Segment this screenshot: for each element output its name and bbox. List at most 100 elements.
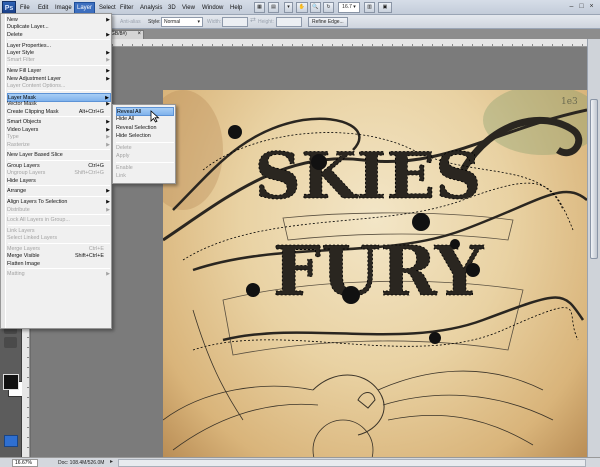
menu-item-label: Group Layers [7, 162, 40, 169]
menu-separator [8, 224, 110, 226]
menu-item-label: Video Layers [7, 126, 39, 133]
view-extras-icon[interactable]: ▾ [284, 2, 293, 13]
zoom-level-value: 16.7 [342, 4, 352, 10]
menu-select[interactable]: Select [97, 3, 118, 13]
menu-separator [8, 195, 110, 197]
width-field[interactable] [222, 17, 248, 27]
swap-icon[interactable]: ⇄ [250, 17, 256, 25]
menu-window[interactable]: Window [200, 3, 225, 13]
zoom-percent-field[interactable]: 16.67% [12, 459, 38, 467]
style-select[interactable]: Normal ▾ [161, 17, 203, 27]
vertical-scrollbar[interactable] [587, 39, 600, 457]
menu-image[interactable]: Image [53, 3, 74, 13]
height-field[interactable] [276, 17, 302, 27]
chevron-down-icon: ▾ [197, 19, 200, 25]
minimize-icon[interactable]: – [567, 2, 576, 12]
layer-menu-item-matting: Matting ▶ [7, 270, 111, 279]
screen-mode-icon[interactable]: ▣ [378, 2, 392, 13]
anti-alias-checkbox[interactable]: Anti-alias [120, 18, 141, 26]
selection-outline [192, 307, 579, 351]
menu-separator [8, 242, 110, 244]
ink-dot [466, 263, 480, 277]
menu-view[interactable]: View [180, 3, 197, 13]
ink-dot [342, 286, 360, 304]
refine-edge-button[interactable]: Refine Edge... [308, 17, 348, 27]
menu-separator [116, 161, 174, 163]
hand-tool-icon[interactable]: ✋ [296, 2, 308, 13]
menu-item-label: Align Layers To Selection [7, 199, 68, 206]
menu-3d[interactable]: 3D [166, 3, 178, 13]
bridge-icon[interactable]: ▦ [254, 2, 265, 13]
mini-bridge-icon[interactable]: ▤ [268, 2, 279, 13]
menu-gutter [1, 14, 6, 328]
zoom-tool-icon[interactable]: 🔍 [310, 2, 321, 13]
submenu-arrow-icon: ▶ [106, 271, 110, 278]
menu-item-label: Type [7, 134, 19, 141]
menu-item-label: Merge Layers [7, 245, 40, 252]
menu-item-label: Smart Filter [7, 57, 35, 64]
close-icon[interactable]: × [587, 2, 596, 12]
menu-separator [8, 185, 110, 187]
rotate-view-icon[interactable]: ↻ [323, 2, 334, 13]
tab-close-icon[interactable]: × [137, 31, 141, 38]
eagle-sketch [357, 392, 376, 409]
document-tab-title: GB/8#) [111, 31, 127, 37]
menu-separator [116, 141, 174, 143]
layer-menu-dropdown: New ▶ Duplicate Layer... Delete ▶ Layer Prope… [0, 13, 112, 329]
layer-mask-item-hide-selection[interactable]: Hide Selection [116, 132, 174, 141]
menu-item-label: Lock All Layers in Group... [7, 217, 70, 224]
menu-item-label: Duplicate Layer... [7, 24, 49, 31]
menu-item-label: Delete [116, 144, 132, 151]
ink-dot [412, 213, 430, 231]
arrange-documents-icon[interactable]: ▥ [364, 2, 375, 13]
mouse-cursor-icon [150, 110, 160, 123]
foreground-color-swatch[interactable] [3, 374, 19, 390]
document-tab[interactable]: GB/8#) × [108, 30, 144, 39]
menu-item-label: Vector Mask [7, 101, 37, 108]
layer-mask-item-apply: Apply [116, 152, 174, 161]
vertical-scroll-thumb[interactable] [590, 99, 598, 259]
menu-edit[interactable]: Edit [36, 3, 50, 13]
title-line-1: SKIES [255, 139, 482, 214]
menu-separator [8, 213, 110, 215]
eagle-sketch [387, 414, 534, 446]
menu-item-label: Create Clipping Mask [7, 108, 59, 115]
corner-mark: 1e3 [561, 97, 578, 107]
menu-filter[interactable]: Filter [118, 3, 135, 13]
menu-item-label: Distribute [7, 206, 30, 213]
eagle-sketch [312, 419, 374, 457]
menu-item-label: Merge Visible [7, 253, 40, 260]
quick-mask-icon[interactable] [4, 435, 18, 447]
zoom-tool-icon[interactable] [4, 337, 17, 348]
menu-item-label: New [7, 17, 18, 23]
document-size-info: Doc: 108.4M/526.0M [58, 460, 105, 466]
menu-analysis[interactable]: Analysis [138, 3, 164, 13]
menu-item-label: New Fill Layer [7, 68, 42, 75]
menu-item-label: Hide Selection [116, 133, 151, 140]
artwork-illustration: SKIES FURY 1e3 [163, 90, 587, 457]
menu-file[interactable]: File [18, 3, 32, 13]
maximize-icon[interactable]: □ [577, 2, 586, 12]
menu-item-label: Rasterize [7, 141, 30, 148]
menu-separator [8, 268, 110, 270]
status-bar: 16.67% Doc: 108.4M/526.0M ▸ [0, 457, 600, 467]
height-label: Height: [258, 19, 274, 25]
window-controls: – □ × [566, 2, 596, 13]
document-canvas[interactable]: SKIES FURY 1e3 [163, 90, 587, 457]
status-menu-arrow-icon[interactable]: ▸ [110, 458, 113, 465]
layer-mask-item-link: Link [116, 172, 174, 181]
eagle-sketch [192, 309, 244, 421]
ink-dot [429, 332, 441, 344]
eagle-sketch [382, 394, 554, 421]
menu-separator [8, 116, 110, 117]
menu-item-label: Link Layers [7, 227, 35, 234]
menu-item-label: Link [116, 173, 126, 180]
menu-separator [8, 90, 110, 92]
zoom-level-field[interactable]: 16.7 ▾ [338, 2, 360, 13]
horizontal-scrollbar[interactable] [118, 459, 586, 467]
menu-item-label: Select Linked Layers [7, 235, 58, 242]
layer-mask-submenu: Reveal All Hide All Reveal Selection Hide S… [112, 104, 176, 184]
ink-dot [246, 283, 260, 297]
menu-help[interactable]: Help [228, 3, 244, 13]
eagle-sketch [172, 403, 319, 451]
